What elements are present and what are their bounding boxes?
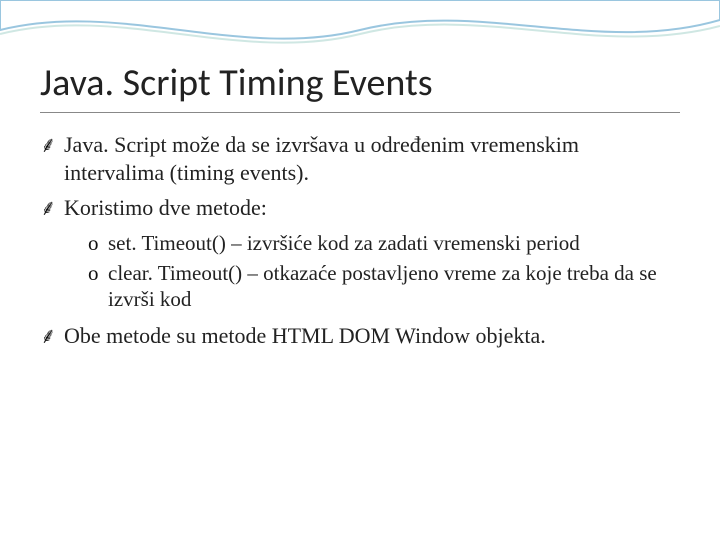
o-bullet-icon: o [88, 230, 108, 256]
slide: Java. Script Timing Events ⸙ Java. Scrip… [0, 0, 720, 540]
curl-bullet-icon: ⸙ [40, 131, 64, 186]
curl-bullet-icon: ⸙ [40, 194, 64, 222]
bullet-text: clear. Timeout() – otkazaće postavljeno … [108, 260, 680, 313]
bullet-level2: o clear. Timeout() – otkazaće postavljen… [88, 260, 680, 313]
slide-title: Java. Script Timing Events [40, 60, 680, 113]
curl-bullet-icon: ⸙ [40, 322, 64, 350]
bullet-level1: ⸙ Koristimo dve metode: [40, 194, 680, 222]
bullet-text: Obe metode su metode HTML DOM Window obj… [64, 322, 680, 350]
slide-body: ⸙ Java. Script može da se izvršava u odr… [40, 131, 680, 350]
bullet-level2: o set. Timeout() – izvršiće kod za zadat… [88, 230, 680, 256]
bullet-level1: ⸙ Obe metode su metode HTML DOM Window o… [40, 322, 680, 350]
sub-bullet-list: o set. Timeout() – izvršiće kod za zadat… [88, 230, 680, 313]
bullet-level1: ⸙ Java. Script može da se izvršava u odr… [40, 131, 680, 186]
slide-content: Java. Script Timing Events ⸙ Java. Scrip… [0, 0, 720, 350]
bullet-text: set. Timeout() – izvršiće kod za zadati … [108, 230, 680, 256]
bullet-text: Java. Script može da se izvršava u određ… [64, 131, 680, 186]
o-bullet-icon: o [88, 260, 108, 313]
bullet-text: Koristimo dve metode: [64, 194, 680, 222]
